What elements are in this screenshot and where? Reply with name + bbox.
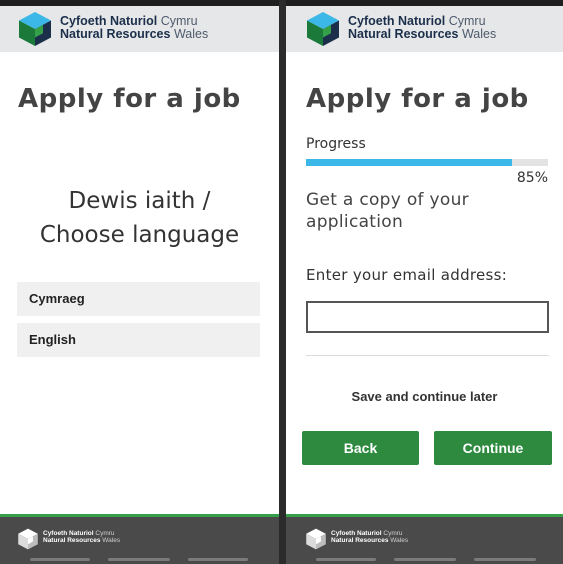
- page-title: Apply for a job: [18, 84, 241, 114]
- site-header: Cyfoeth Naturiol Cymru Natural Resources…: [0, 6, 279, 52]
- footer-brand-name: Cyfoeth Naturiol Cymru Natural Resources…: [43, 530, 121, 544]
- nav-bar-indicator: [108, 558, 170, 561]
- progress-percentage: 85%: [516, 170, 548, 186]
- progress-label: Progress: [306, 136, 366, 152]
- divider: [306, 355, 549, 356]
- progress-bar: [306, 159, 548, 166]
- nav-bar-indicator: [316, 558, 376, 561]
- page-title: Apply for a job: [306, 84, 529, 114]
- nav-bar-indicator: [474, 558, 536, 561]
- section-heading: Get a copy of your application: [306, 190, 469, 232]
- nav-bar-indicator: [30, 558, 90, 561]
- language-select-screen: Cyfoeth Naturiol Cymru Natural Resources…: [0, 0, 279, 564]
- continue-button[interactable]: Continue: [434, 431, 552, 465]
- brand-name: Cyfoeth Naturiol Cymru Natural Resources…: [60, 14, 209, 41]
- nav-bar-indicator: [394, 558, 456, 561]
- language-option-cymraeg[interactable]: Cymraeg: [17, 282, 260, 316]
- brand-name: Cyfoeth Naturiol Cymru Natural Resources…: [348, 14, 497, 41]
- nrw-cube-logo-icon: [18, 528, 38, 550]
- back-button[interactable]: Back: [302, 431, 419, 465]
- nrw-cube-logo-icon: [19, 12, 51, 46]
- progress-bar-fill: [306, 159, 512, 166]
- email-copy-screen: Cyfoeth Naturiol Cymru Natural Resources…: [286, 0, 563, 564]
- footer-brand-name: Cyfoeth Naturiol Cymru Natural Resources…: [331, 530, 409, 544]
- site-header: Cyfoeth Naturiol Cymru Natural Resources…: [286, 6, 563, 52]
- nrw-cube-logo-icon: [307, 12, 339, 46]
- email-field-label: Enter your email address:: [306, 266, 508, 284]
- email-field[interactable]: [306, 301, 549, 333]
- nav-bar-indicator: [188, 558, 248, 561]
- nrw-cube-logo-icon: [306, 528, 326, 550]
- language-heading: Dewis iaith / Choose language: [39, 188, 240, 248]
- site-footer: Cyfoeth Naturiol Cymru Natural Resources…: [286, 514, 563, 564]
- save-and-continue-later-link[interactable]: Save and continue later: [286, 389, 563, 404]
- site-footer: Cyfoeth Naturiol Cymru Natural Resources…: [0, 514, 279, 564]
- language-option-english[interactable]: English: [17, 323, 260, 357]
